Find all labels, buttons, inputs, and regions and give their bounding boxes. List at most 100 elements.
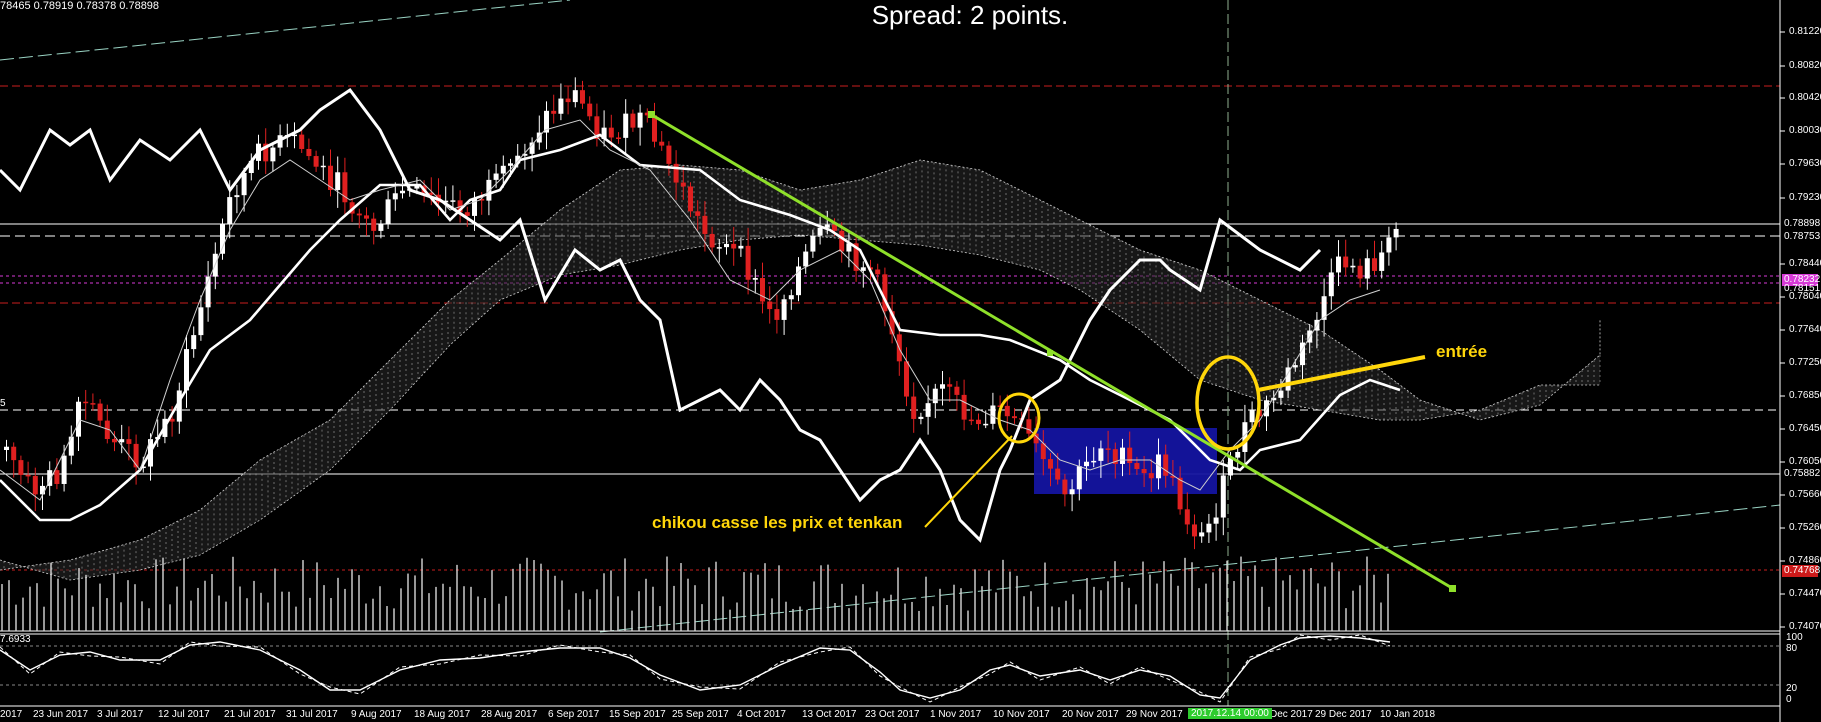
candle-body: [587, 103, 593, 117]
candle-body: [961, 394, 967, 420]
date-tick: 1 Nov 2017: [930, 709, 982, 720]
candle-body: [126, 439, 132, 444]
candle-body: [968, 419, 974, 422]
candle-body: [1177, 477, 1183, 510]
candle-body: [839, 230, 845, 252]
candle-body: [61, 455, 67, 484]
candle-body: [234, 195, 240, 198]
price-chart[interactable]: [0, 0, 1821, 722]
candle-body: [1364, 258, 1370, 279]
candle-body: [486, 179, 492, 201]
candle-body: [990, 405, 996, 424]
date-tick: 15 Sep 2017: [609, 709, 666, 720]
candle-body: [1091, 460, 1097, 463]
candle-body: [688, 186, 693, 212]
chikou-annotation: chikou casse les prix et tenkan: [652, 513, 903, 532]
candle-body: [54, 470, 60, 484]
date-tick: 25 Sep 2017: [672, 709, 729, 720]
date-tick: Dec 2017: [1270, 709, 1313, 720]
date-tick: 29 Nov 2017: [1126, 709, 1183, 720]
candle-body: [796, 266, 801, 296]
candle-body: [1141, 468, 1147, 474]
price-tick: 0.74070: [1789, 621, 1821, 632]
price-tag-red: 0.74768: [1782, 565, 1821, 577]
left-level-marker: 5: [0, 398, 6, 409]
date-tick: 3 Jul 2017: [97, 709, 144, 720]
price-tick: 0.79230: [1789, 192, 1821, 203]
candle-body: [738, 245, 744, 249]
candle-body: [630, 113, 636, 128]
candle-body: [918, 416, 924, 419]
candle-body: [1026, 419, 1032, 434]
candle-body: [709, 233, 715, 248]
candle-body: [760, 278, 765, 302]
candle-body: [320, 165, 326, 168]
candle-body: [1055, 468, 1061, 480]
candle-body: [702, 215, 708, 234]
candle-body: [241, 173, 247, 196]
price-tag: 0.78151: [1784, 283, 1821, 294]
candle-body: [1062, 479, 1068, 495]
price-tick: 0.80420: [1789, 92, 1821, 103]
candle-body: [25, 474, 31, 477]
date-tick: 20 Nov 2017: [1062, 709, 1119, 720]
candle-body: [83, 401, 89, 404]
candle-body: [817, 227, 823, 236]
candle-body: [500, 165, 506, 174]
candle-body: [1220, 475, 1226, 518]
candle-body: [270, 147, 276, 162]
candle-body: [1012, 416, 1017, 419]
candle-body: [1372, 258, 1377, 271]
price-tick: 0.76050: [1789, 456, 1821, 467]
candle-body: [954, 386, 960, 395]
candle-body: [119, 439, 125, 443]
candle-body: [637, 112, 643, 128]
candle-body: [1213, 517, 1219, 524]
candle-body: [666, 145, 672, 164]
candle-body: [90, 403, 96, 405]
price-tick: 0.76450: [1789, 423, 1821, 434]
candle-body: [731, 243, 737, 249]
candle-body: [40, 485, 45, 495]
candle-body: [32, 475, 38, 495]
candle-body: [745, 245, 751, 280]
candle-body: [18, 460, 24, 475]
candle-body: [551, 110, 557, 114]
candle-body: [1127, 447, 1133, 464]
date-tick: 13 Oct 2017: [802, 709, 857, 720]
date-tick: 21 Jul 2017: [224, 709, 276, 720]
candle-body: [11, 446, 17, 461]
crosshair-date-label: 2017.12.14 00:00: [1188, 708, 1272, 719]
candle-body: [313, 156, 319, 167]
candle-body: [1336, 256, 1341, 273]
price-tag-current: 0.78898: [1784, 218, 1821, 229]
trendline-anchor-end: [1449, 585, 1456, 592]
price-tick: 0.76850: [1789, 390, 1821, 401]
candle-body: [133, 443, 139, 468]
entry-annotation: entrée: [1436, 342, 1488, 361]
date-tick: 23 Oct 2017: [865, 709, 920, 720]
candle-body: [652, 115, 657, 142]
candle-body: [335, 172, 341, 190]
date-tick: 29 Dec 2017: [1315, 709, 1372, 720]
candle-body: [400, 190, 405, 194]
candle-body: [781, 299, 787, 320]
candle-body: [356, 213, 362, 216]
price-tag: 0.78753: [1784, 231, 1821, 242]
candle-body: [767, 301, 773, 310]
candle-body: [810, 235, 816, 252]
candle-body: [616, 137, 621, 139]
candle-body: [947, 384, 953, 387]
candle-body: [1192, 524, 1197, 537]
candle-body: [371, 218, 377, 231]
candle-body: [1249, 409, 1255, 423]
date-tick: 4 Oct 2017: [737, 709, 786, 720]
candle-body: [1328, 272, 1334, 297]
ohlc-readout: 78465 0.78919 0.78378 0.78898: [0, 0, 160, 12]
oscillator-value: 7.6933: [0, 634, 31, 645]
candle-body: [299, 134, 305, 149]
date-tick: 31 Jul 2017: [286, 709, 338, 720]
candle-body: [752, 278, 758, 280]
candle-body: [724, 243, 729, 248]
candle-body: [580, 90, 585, 104]
